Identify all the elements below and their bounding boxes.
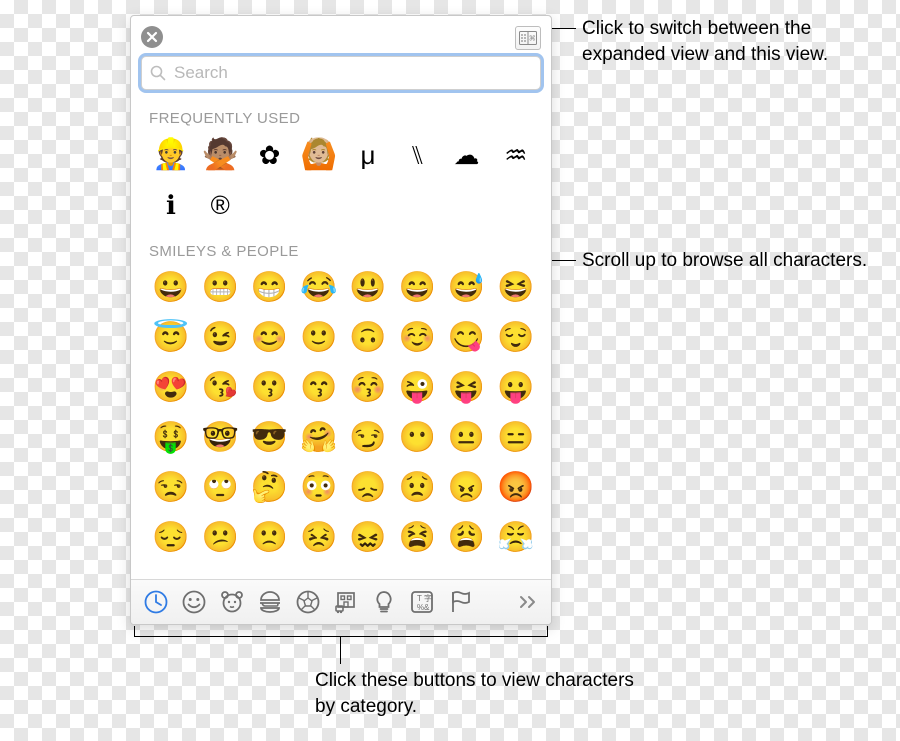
category-flags-button[interactable] xyxy=(443,585,477,619)
emoji-cell[interactable]: 😊 xyxy=(248,316,292,360)
emoji-cell[interactable]: 😛 xyxy=(494,366,538,410)
emoji-cell[interactable]: 🙃 xyxy=(346,316,390,360)
category-activity-button[interactable] xyxy=(291,585,325,619)
emoji-cell[interactable]: 😌 xyxy=(494,316,538,360)
close-button[interactable] xyxy=(141,26,163,48)
emoji-cell[interactable]: 🤗 xyxy=(297,416,341,460)
emoji-cell[interactable]: 🙁 xyxy=(248,516,292,560)
callout-scroll-text: Scroll up to browse all characters. xyxy=(582,248,882,274)
emoji-cell[interactable]: 😇 xyxy=(149,316,193,360)
emoji-cell[interactable]: 😔 xyxy=(149,516,193,560)
emoji-cell[interactable]: 🤓 xyxy=(198,416,242,460)
emoji-cell[interactable]: 😆 xyxy=(494,266,538,310)
emoji-cell[interactable]: 😄 xyxy=(395,266,439,310)
emoji-cell[interactable]: 😙 xyxy=(297,366,341,410)
emoji-cell[interactable]: 😣 xyxy=(297,516,341,560)
emoji-cell[interactable]: 😜 xyxy=(395,366,439,410)
category-food-button[interactable] xyxy=(253,585,287,619)
emoji-cell[interactable]: 🤑 xyxy=(149,416,193,460)
character-scroll-area[interactable]: FREQUENTLY USED 👷🙅🏽✿🙆🏼μ⑊☁︎♒︎ ℹ® SMILEYS &… xyxy=(131,98,551,579)
emoji-cell[interactable]: 😶 xyxy=(395,416,439,460)
toggle-view-button[interactable]: ⌘ xyxy=(515,26,541,50)
emoji-cell[interactable]: 😅 xyxy=(445,266,489,310)
emoji-cell[interactable]: 😘 xyxy=(198,366,242,410)
emoji-cell[interactable]: ℹ xyxy=(149,183,193,227)
section-title-smileys-people: SMILEYS & PEOPLE xyxy=(149,243,539,260)
callout-categories-text: Click these buttons to view characters b… xyxy=(315,668,655,719)
callout-line xyxy=(552,28,576,29)
search-input[interactable] xyxy=(172,62,532,84)
search-icon xyxy=(150,65,166,81)
emoji-cell[interactable]: 😬 xyxy=(198,266,242,310)
callout-bracket xyxy=(134,626,548,637)
emoji-cell[interactable]: 😂 xyxy=(297,266,341,310)
svg-text:&: & xyxy=(424,603,430,612)
emoji-cell[interactable]: μ xyxy=(346,133,390,177)
emoji-cell[interactable]: 😩 xyxy=(445,516,489,560)
emoji-cell[interactable]: 😁 xyxy=(248,266,292,310)
emoji-cell[interactable]: ☁︎ xyxy=(445,133,489,177)
character-viewer-panel: ⌘ FREQUENTLY USED 👷🙅🏽✿🙆🏼μ⑊☁︎♒︎ ℹ® SMILEYS… xyxy=(130,15,552,625)
emoji-cell[interactable]: 😚 xyxy=(346,366,390,410)
svg-text:字: 字 xyxy=(424,593,432,603)
emoji-cell[interactable]: 🙆🏼 xyxy=(297,133,341,177)
emoji-cell[interactable]: 😞 xyxy=(346,466,390,510)
category-objects-button[interactable] xyxy=(367,585,401,619)
emoji-cell[interactable]: 😑 xyxy=(494,416,538,460)
category-animal-button[interactable] xyxy=(215,585,249,619)
callout-bracket-stem xyxy=(340,636,341,664)
emoji-cell[interactable]: 😉 xyxy=(198,316,242,360)
emoji-cell[interactable]: 🙅🏽 xyxy=(198,133,242,177)
emoji-cell[interactable]: 😕 xyxy=(198,516,242,560)
emoji-cell[interactable]: 👷 xyxy=(149,133,193,177)
category-symbols-button[interactable]: T字%& xyxy=(405,585,439,619)
emoji-cell[interactable]: 😠 xyxy=(445,466,489,510)
callout-expand-text: Click to switch between the expanded vie… xyxy=(582,16,882,67)
section-title-frequently-used: FREQUENTLY USED xyxy=(149,110,539,127)
header-bar: ⌘ xyxy=(131,16,551,56)
emoji-cell[interactable]: ⑊ xyxy=(395,133,439,177)
emoji-cell[interactable]: 😳 xyxy=(297,466,341,510)
emoji-cell[interactable]: 😏 xyxy=(346,416,390,460)
search-field[interactable] xyxy=(141,56,541,90)
emoji-cell[interactable]: 🙄 xyxy=(198,466,242,510)
emoji-cell[interactable]: 😒 xyxy=(149,466,193,510)
emoji-cell[interactable]: ✿ xyxy=(248,133,292,177)
svg-text:T: T xyxy=(417,594,422,603)
emoji-cell[interactable]: 😖 xyxy=(346,516,390,560)
category-clock-button[interactable] xyxy=(139,585,173,619)
category-smiley-button[interactable] xyxy=(177,585,211,619)
emoji-cell[interactable]: ☺️ xyxy=(395,316,439,360)
emoji-cell[interactable]: 😗 xyxy=(248,366,292,410)
emoji-cell[interactable]: 😋 xyxy=(445,316,489,360)
emoji-cell[interactable]: 😤 xyxy=(494,516,538,560)
emoji-cell[interactable]: ® xyxy=(198,183,242,227)
more-categories-button[interactable] xyxy=(515,588,543,616)
callout-line xyxy=(552,260,576,261)
emoji-cell[interactable]: ♒︎ xyxy=(494,133,538,177)
emoji-cell[interactable]: 🤔 xyxy=(248,466,292,510)
emoji-cell[interactable]: 😃 xyxy=(346,266,390,310)
emoji-cell[interactable]: 😍 xyxy=(149,366,193,410)
category-travel-button[interactable] xyxy=(329,585,363,619)
emoji-cell[interactable]: 😫 xyxy=(395,516,439,560)
emoji-cell[interactable]: 😎 xyxy=(248,416,292,460)
emoji-cell[interactable]: 😐 xyxy=(445,416,489,460)
svg-text:⌘: ⌘ xyxy=(529,35,536,43)
emoji-cell[interactable]: 😝 xyxy=(445,366,489,410)
category-toolbar: T字%& xyxy=(131,579,551,624)
emoji-cell[interactable]: 😟 xyxy=(395,466,439,510)
emoji-cell[interactable]: 😀 xyxy=(149,266,193,310)
emoji-cell[interactable]: 🙂 xyxy=(297,316,341,360)
emoji-cell[interactable]: 😡 xyxy=(494,466,538,510)
